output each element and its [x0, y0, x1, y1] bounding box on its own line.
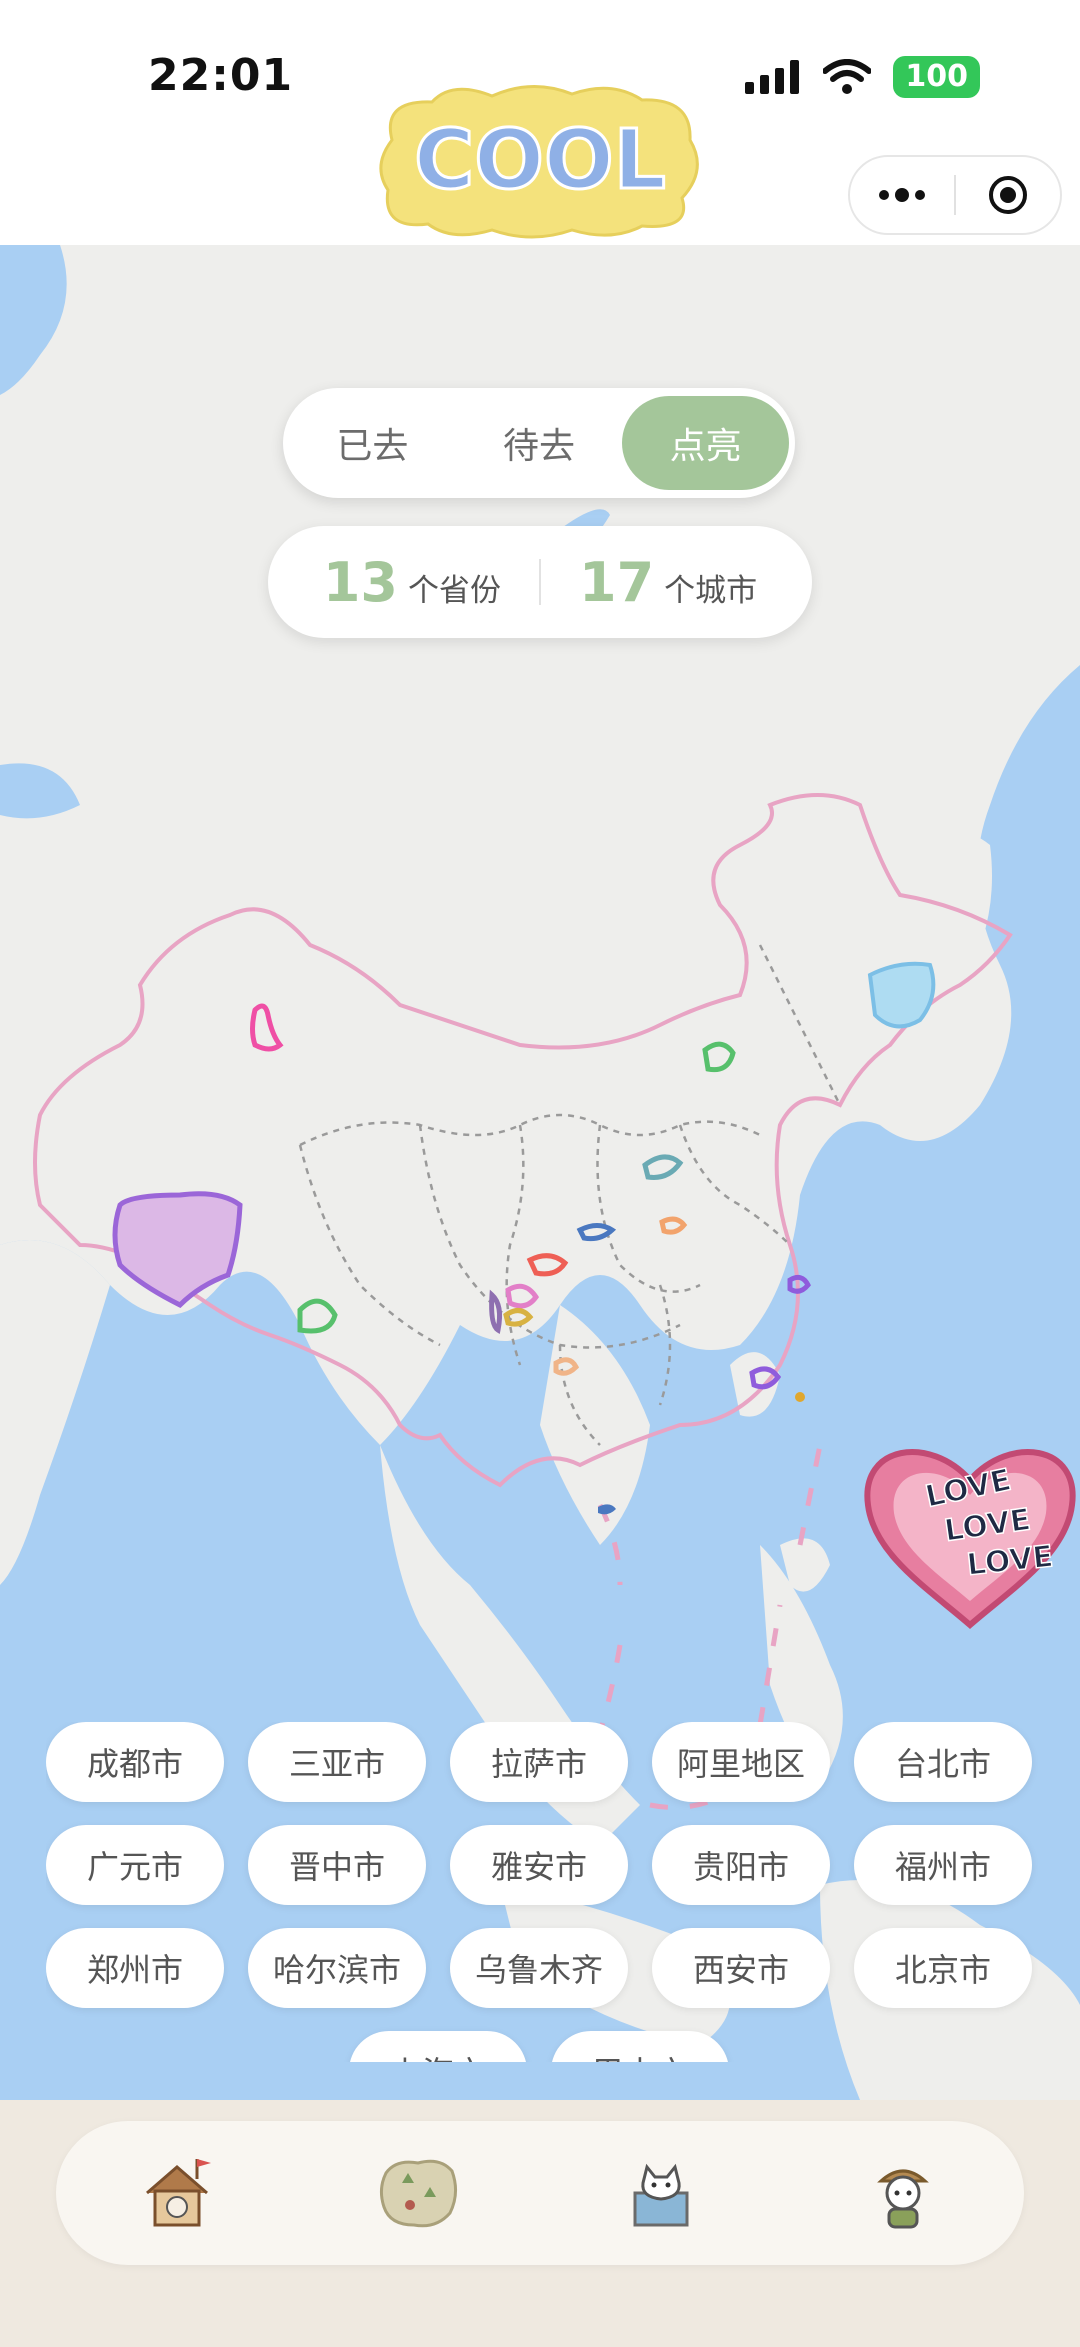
city-chip[interactable]: 郑州市 — [46, 1928, 224, 2008]
tab-light-up[interactable]: 点亮 — [622, 396, 790, 490]
city-chip[interactable]: 上海市 — [349, 2031, 527, 2062]
city-chip[interactable]: 晋中市 — [248, 1825, 426, 1905]
status-time: 22:01 — [148, 50, 294, 101]
city-chip[interactable]: 巴中市 — [551, 2031, 729, 2062]
city-chip[interactable]: 北京市 — [854, 1928, 1032, 2008]
status-bar: 22:01 100 COOL — [0, 0, 1080, 245]
target-close-icon — [989, 176, 1027, 214]
more-button[interactable] — [850, 157, 954, 233]
wifi-icon — [823, 59, 872, 94]
tab-photos[interactable] — [616, 2148, 706, 2238]
city-chip[interactable]: 乌鲁木齐 — [450, 1928, 628, 2008]
miniprogram-capsule — [848, 155, 1062, 235]
cool-logo: COOL — [379, 85, 699, 239]
explorer-avatar-icon — [877, 2169, 929, 2229]
city-chip[interactable]: 雅安市 — [450, 1825, 628, 1905]
tab-profile[interactable] — [858, 2148, 948, 2238]
close-miniprogram-button[interactable] — [956, 157, 1060, 233]
map-icon — [379, 2159, 457, 2228]
city-chip[interactable]: 成都市 — [46, 1722, 224, 1802]
photo-cat-icon — [633, 2163, 689, 2227]
stats-card: 13 个省份 17 个城市 — [268, 526, 812, 638]
province-unit: 个省份 — [408, 572, 501, 609]
more-dots-icon — [879, 188, 925, 202]
tab-to-visit[interactable]: 待去 — [456, 396, 623, 490]
province-stat: 13 个省份 — [285, 551, 539, 614]
bottom-tab-bar — [56, 2121, 1024, 2265]
city-unit: 个城市 — [664, 572, 758, 609]
city-chip[interactable]: 拉萨市 — [450, 1722, 628, 1802]
city-stat: 17 个城市 — [541, 551, 795, 614]
city-chip[interactable]: 台北市 — [854, 1722, 1032, 1802]
region-harbin — [867, 961, 936, 1029]
svg-text:COOL: COOL — [414, 113, 666, 208]
battery-indicator: 100 — [893, 56, 980, 98]
city-chip[interactable]: 哈尔滨市 — [248, 1928, 426, 2008]
city-chip[interactable]: 西安市 — [652, 1928, 830, 2008]
city-count: 17 — [579, 550, 655, 614]
city-chip[interactable]: 贵阳市 — [652, 1825, 830, 1905]
region-taipei — [795, 1392, 805, 1402]
city-chip[interactable]: 阿里地区 — [652, 1722, 830, 1802]
tab-visited[interactable]: 已去 — [289, 396, 456, 490]
love-heart-sticker: LOVE LOVE LOVE — [864, 1449, 1076, 1629]
province-count: 13 — [322, 550, 398, 614]
status-icons: 100 — [745, 56, 980, 98]
tab-map[interactable] — [374, 2148, 464, 2238]
city-chip[interactable]: 广元市 — [46, 1825, 224, 1905]
status-segmented-control: 已去 待去 点亮 — [283, 388, 795, 498]
city-chip[interactable]: 福州市 — [854, 1825, 1032, 1905]
cellular-signal-icon — [745, 60, 800, 94]
home-house-icon — [146, 2159, 211, 2227]
tab-home[interactable] — [132, 2148, 222, 2238]
city-chip[interactable]: 三亚市 — [248, 1722, 426, 1802]
city-chip-list[interactable]: 成都市 三亚市 拉萨市 阿里地区 台北市 广元市 晋中市 雅安市 贵阳市 福州市… — [46, 1722, 1046, 2062]
